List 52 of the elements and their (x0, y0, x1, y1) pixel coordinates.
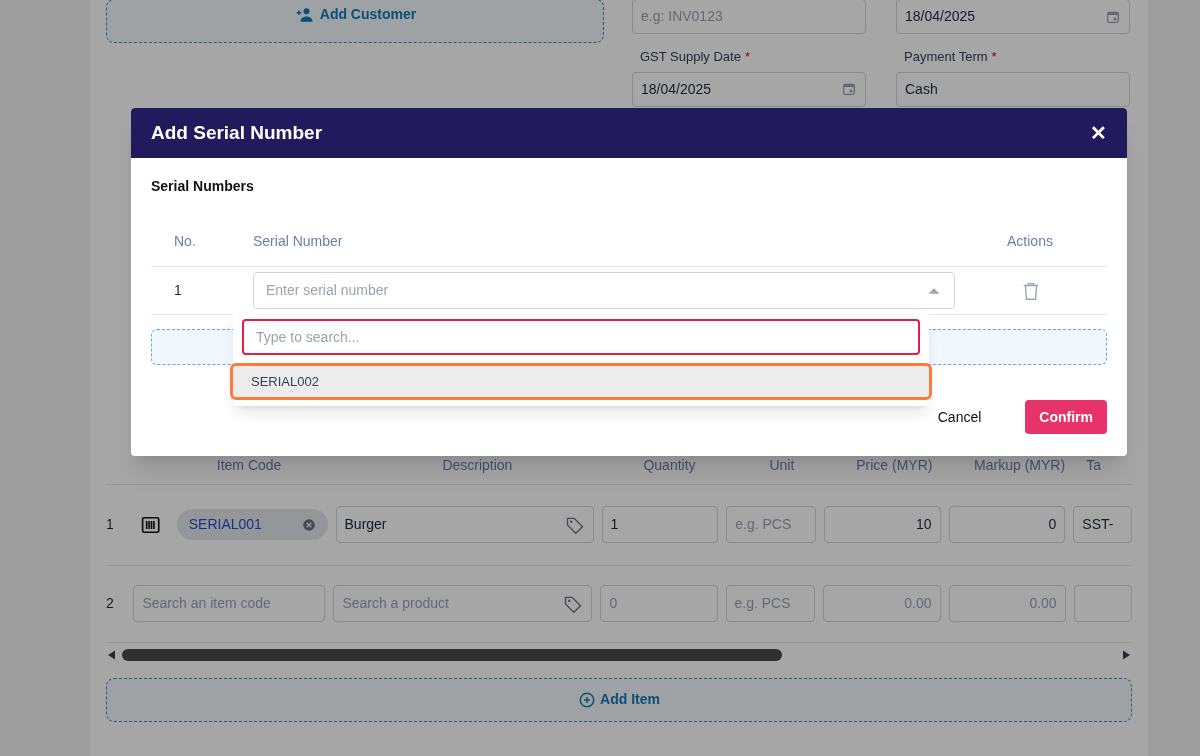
input-field[interactable]: e.g. PCS (725, 585, 816, 622)
column-header: Description (441, 455, 514, 475)
scroll-right-icon (1120, 648, 1132, 661)
input-field[interactable]: SST- (1073, 506, 1132, 543)
input-field[interactable]: Burger (335, 506, 594, 543)
field-label: GST Supply Date * (640, 48, 751, 66)
item-code-chip[interactable]: SERIAL001 (176, 509, 328, 540)
confirm-button[interactable]: Confirm (1025, 400, 1107, 434)
add-customer-button[interactable]: Add Customer (106, 0, 604, 43)
input-field[interactable]: Cash (896, 71, 1130, 107)
field-label: Payment Term * (904, 48, 998, 66)
scrollbar-thumb[interactable] (122, 648, 782, 661)
required-mark: * (991, 49, 997, 64)
column-header: Item Code (215, 455, 283, 475)
input-field[interactable]: 0 (948, 506, 1066, 543)
select-field[interactable]: Enter serial number (253, 272, 955, 309)
close-button[interactable]: ✕ (1090, 118, 1107, 148)
column-header: Actions (1006, 232, 1054, 251)
date-field[interactable]: 18/04/2025 (632, 71, 866, 107)
scroll-left-icon (106, 648, 118, 661)
row-number: 2 (106, 594, 115, 613)
input-field[interactable]: 0.00 (948, 585, 1066, 622)
column-header: Unit (768, 455, 796, 475)
input-field[interactable]: Search an item code (133, 585, 326, 622)
input-field[interactable]: e.g: INV0123 (632, 0, 866, 34)
input-field[interactable] (1073, 585, 1132, 622)
input-field[interactable]: 0 (600, 585, 718, 622)
dropdown-option[interactable]: SERIAL002 (230, 363, 932, 400)
input-field[interactable]: 10 (823, 506, 941, 543)
column-header: Price (MYR) (855, 455, 934, 475)
row-number: 1 (173, 281, 183, 300)
column-header: Markup (MYR) (973, 455, 1067, 475)
section-title: Serial Numbers (151, 177, 255, 196)
search-field[interactable]: Type to search... (242, 319, 920, 355)
input-field[interactable]: Search a product (333, 585, 593, 622)
required-mark: * (744, 49, 750, 64)
row-number: 1 (106, 515, 115, 534)
modal-title: Add Serial Number (151, 120, 324, 145)
input-field[interactable]: 1 (601, 506, 719, 543)
input-field[interactable]: 0.00 (823, 585, 941, 622)
input-field[interactable]: e.g. PCS (726, 506, 816, 543)
column-header: No. (173, 232, 197, 251)
column-header: Serial Number (253, 232, 344, 251)
plus-circle-icon (578, 690, 597, 709)
date-field[interactable]: 18/04/2025 (896, 0, 1130, 34)
cancel-button[interactable]: Cancel (937, 406, 982, 428)
add-item-button[interactable]: Add Item (106, 677, 1132, 722)
calendar-icon (841, 81, 857, 97)
clear-icon (301, 517, 316, 532)
barcode-icon (141, 514, 161, 535)
column-header: Ta (1086, 455, 1102, 475)
column-header: Quantity (642, 455, 697, 475)
